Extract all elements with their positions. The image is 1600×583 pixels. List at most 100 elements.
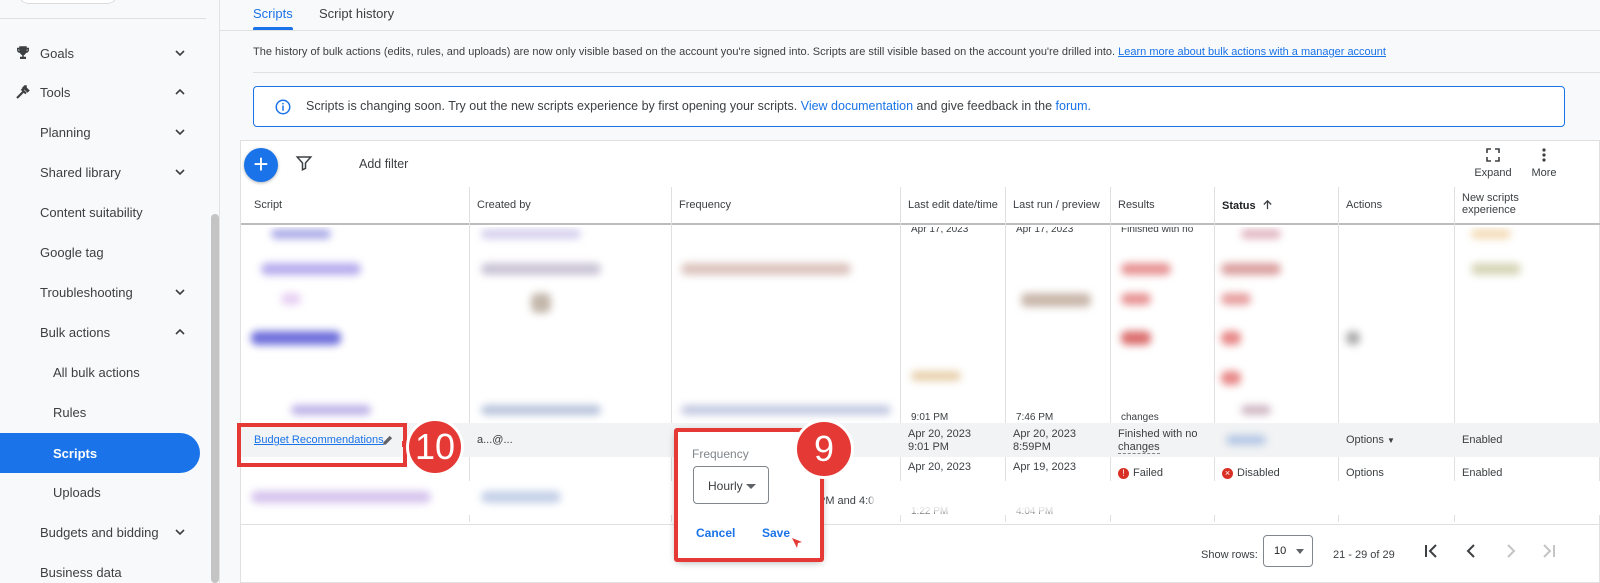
more-button[interactable]: More xyxy=(1519,147,1569,179)
sidebar-item-label: Rules xyxy=(53,404,87,420)
divider xyxy=(220,30,1600,31)
last-run-cell: Apr 19, 2023 xyxy=(1013,461,1076,473)
sidebar-item-label: Content suitability xyxy=(40,204,143,220)
filter-icon[interactable] xyxy=(295,154,313,172)
main-content: Scripts Script history The history of bu… xyxy=(220,0,1600,583)
sidebar-item-bulk-actions[interactable]: Bulk actions xyxy=(0,312,200,352)
expand-label: Expand xyxy=(1474,167,1512,179)
banner-text-2: and give feedback in the xyxy=(916,99,1053,113)
chevron-down-icon xyxy=(175,289,185,296)
tab-bar: Scripts Script history xyxy=(220,0,1600,30)
column-header-new-scripts-experience[interactable]: New scripts experience xyxy=(1462,192,1542,216)
fullscreen-icon xyxy=(1486,148,1500,162)
blurred-content xyxy=(1121,331,1151,345)
results-cell: Finished with no changes xyxy=(1118,428,1198,454)
sidebar-item-label: Tools xyxy=(40,84,71,100)
sidebar-item-label: Uploads xyxy=(53,484,101,500)
sidebar-item-all-bulk-actions[interactable]: All bulk actions xyxy=(0,352,200,392)
sidebar-item-rules[interactable]: Rules xyxy=(0,392,200,432)
new-experience-cell: Enabled xyxy=(1462,467,1503,479)
frequency-cell: PM and 4:0 xyxy=(818,495,875,507)
divider xyxy=(253,72,1600,73)
status-cell: × Disabled xyxy=(1222,467,1280,480)
chevron-down-icon xyxy=(175,50,185,57)
error-icon: ! xyxy=(1118,467,1129,479)
forum-link[interactable]: forum. xyxy=(1056,99,1091,113)
column-header-frequency[interactable]: Frequency xyxy=(679,199,731,211)
table-row[interactable]: PM and 4:0 1:22 PM 4:04 PM xyxy=(241,481,1600,515)
sidebar-item-scripts[interactable]: Scripts xyxy=(0,433,200,473)
blurred-content xyxy=(681,263,851,275)
sidebar-item-label: All bulk actions xyxy=(53,364,140,380)
blurred-content xyxy=(1221,371,1241,385)
blurred-content xyxy=(271,229,331,239)
scripts-table-card: + Add filter Expand More Script Created … xyxy=(240,140,1600,583)
sort-arrow-up-icon xyxy=(1263,199,1272,210)
blurred-content xyxy=(1221,331,1241,345)
sidebar-item-label: Shared library xyxy=(40,164,121,180)
page-range: 21 - 29 of 29 xyxy=(1333,549,1395,561)
options-dropdown[interactable]: Options xyxy=(1346,467,1384,480)
column-header-status[interactable]: Status xyxy=(1222,199,1273,212)
blurred-content xyxy=(1346,331,1360,345)
account-pill[interactable] xyxy=(18,0,118,4)
sidebar-item-shared-library[interactable]: Shared library xyxy=(0,152,200,192)
blurred-content xyxy=(481,263,601,275)
trophy-icon xyxy=(17,46,29,59)
learn-more-link[interactable]: Learn more about bulk actions with a man… xyxy=(1118,46,1386,58)
blurred-content xyxy=(531,293,551,313)
sidebar-item-label: Scripts xyxy=(53,445,98,461)
sidebar-item-business-data[interactable]: Business data xyxy=(0,552,200,583)
next-page-icon[interactable] xyxy=(1499,539,1523,563)
last-page-icon[interactable] xyxy=(1537,539,1561,563)
add-filter-button[interactable]: Add filter xyxy=(359,157,408,171)
sidebar-item-uploads[interactable]: Uploads xyxy=(0,472,200,512)
last-run-cell: Apr 20, 2023 8:59PM xyxy=(1013,428,1076,453)
sidebar-item-goals[interactable]: Goals xyxy=(0,33,200,73)
chevron-down-icon xyxy=(175,529,185,536)
last-edit-cell: Apr 20, 2023 9:01 PM xyxy=(908,428,971,453)
tab-scripts[interactable]: Scripts xyxy=(253,6,293,21)
column-header-results[interactable]: Results xyxy=(1118,199,1155,211)
column-header-script[interactable]: Script xyxy=(254,199,282,211)
show-rows-label: Show rows: xyxy=(1201,549,1258,561)
first-page-icon[interactable] xyxy=(1419,539,1443,563)
chevron-up-icon xyxy=(175,88,185,95)
divider xyxy=(0,18,206,19)
sidebar-item-label: Business data xyxy=(40,564,122,580)
blurred-content xyxy=(251,491,431,503)
sidebar-item-label: Google tag xyxy=(40,244,104,260)
blurred-content xyxy=(871,483,1531,513)
options-dropdown[interactable]: Options ▼ xyxy=(1346,434,1395,447)
rows-per-page-value: 10 xyxy=(1274,545,1287,557)
partial-run-date: Apr 17, 2023 xyxy=(1016,227,1074,235)
sidebar-item-content-suitability[interactable]: Content suitability xyxy=(0,192,200,232)
sidebar-scrollbar[interactable] xyxy=(211,214,219,583)
column-header-created-by[interactable]: Created by xyxy=(477,199,531,211)
column-header-last-edit[interactable]: Last edit date/time xyxy=(908,199,998,211)
partial-results: Finished with no xyxy=(1121,227,1194,235)
blurred-content xyxy=(1221,293,1251,305)
sidebar-item-tools[interactable]: Tools xyxy=(0,72,200,112)
sidebar-item-troubleshooting[interactable]: Troubleshooting xyxy=(0,272,200,312)
expand-button[interactable]: Expand xyxy=(1468,147,1518,179)
step-callout-9: 9 xyxy=(794,419,854,479)
sidebar-item-label: Bulk actions xyxy=(40,324,111,340)
sidebar-item-google-tag[interactable]: Google tag xyxy=(0,232,200,272)
sidebar-item-budgets-and-bidding[interactable]: Budgets and bidding xyxy=(0,512,200,552)
tab-script-history[interactable]: Script history xyxy=(319,6,394,21)
column-header-last-run[interactable]: Last run / preview xyxy=(1013,199,1100,211)
sidebar-item-planning[interactable]: Planning xyxy=(0,112,200,152)
highlight-box xyxy=(237,423,407,467)
blurred-rows: Apr 17, 2023 Apr 17, 2023 Finished with … xyxy=(241,227,1600,423)
view-documentation-link[interactable]: View documentation xyxy=(801,99,913,113)
info-icon xyxy=(275,99,291,115)
notice-text: The history of bulk actions (edits, rule… xyxy=(253,46,1116,58)
previous-page-icon[interactable] xyxy=(1459,539,1483,563)
rows-per-page-select[interactable]: 10 xyxy=(1263,535,1313,567)
column-header-actions[interactable]: Actions xyxy=(1346,199,1382,211)
banner-text: Scripts is changing soon. Try out the ne… xyxy=(306,99,798,113)
created-by-cell: a...@... xyxy=(477,434,513,446)
blurred-content xyxy=(1471,263,1521,275)
add-script-button[interactable]: + xyxy=(244,148,278,182)
